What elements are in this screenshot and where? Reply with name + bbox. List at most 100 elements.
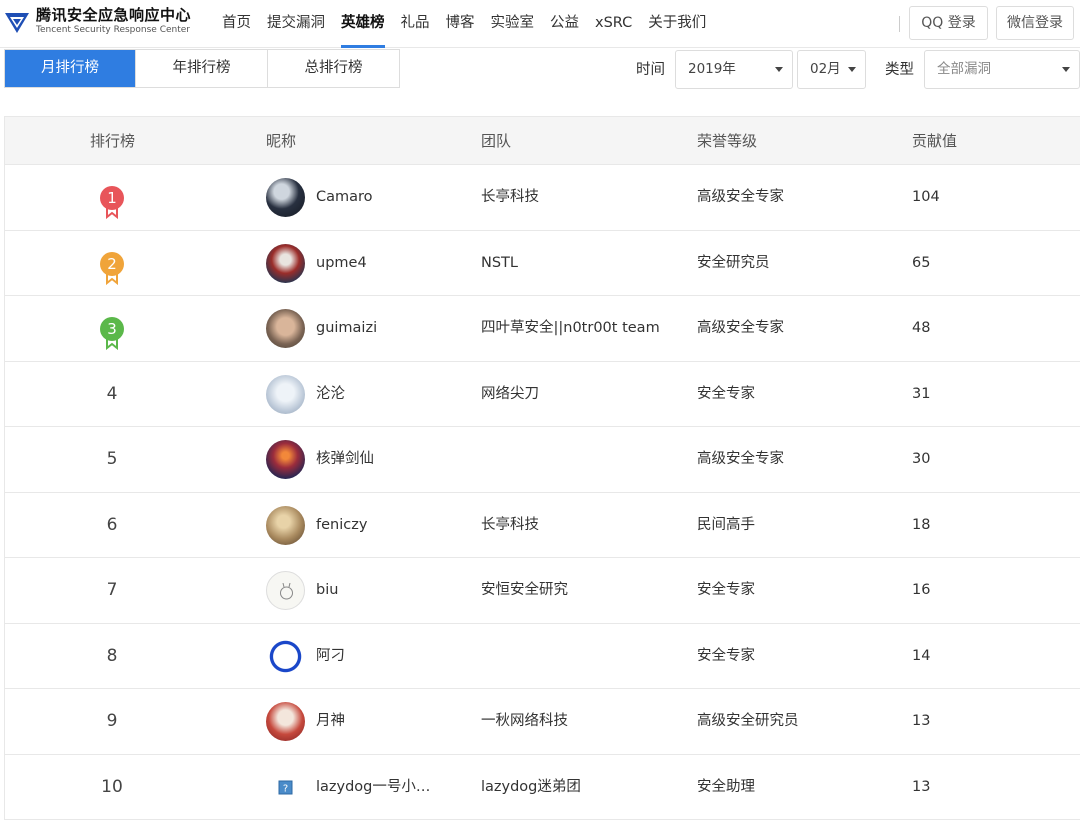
type-label: 类型	[885, 58, 914, 79]
team-name: lazydog迷弟团	[481, 755, 581, 820]
rank-number: 3	[99, 316, 125, 342]
avatar[interactable]	[266, 637, 305, 676]
rank-number: 4	[5, 362, 219, 427]
tab-monthly[interactable]: 月排行榜	[5, 50, 136, 87]
avatar[interactable]	[266, 375, 305, 414]
caret-down-icon	[775, 67, 783, 72]
team-name: 四叶草安全||n0tr00t team	[481, 296, 660, 361]
nickname-link[interactable]: feniczy	[316, 493, 367, 558]
avatar[interactable]	[266, 571, 305, 610]
table-header: 排行榜 昵称 团队 荣誉等级 贡献值	[5, 116, 1080, 165]
nav-gifts[interactable]: 礼品	[401, 0, 430, 48]
nickname-link[interactable]: upme4	[316, 231, 367, 296]
contribution-score: 48	[912, 296, 930, 361]
gold-medal-icon: 1	[99, 185, 125, 219]
table-row: 6 feniczy 长亭科技 民间高手 18	[5, 493, 1080, 559]
rank-number: 9	[5, 689, 219, 754]
bunny-face-icon	[278, 583, 295, 600]
nickname-link[interactable]: 月神	[316, 689, 345, 754]
contribution-score: 31	[912, 362, 930, 427]
logo-subtitle: Tencent Security Response Center	[36, 26, 191, 35]
table-row: 1 Camaro 长亭科技 高级安全专家 104	[5, 165, 1080, 231]
team-name: 一秋网络科技	[481, 689, 568, 754]
top-navbar: 腾讯安全应急响应中心 Tencent Security Response Cen…	[0, 0, 1080, 48]
site-logo[interactable]: 腾讯安全应急响应中心 Tencent Security Response Cen…	[4, 8, 191, 35]
avatar[interactable]	[266, 506, 305, 545]
month-select-value: 02月	[810, 61, 841, 77]
nav-home[interactable]: 首页	[222, 0, 251, 48]
main-nav: 首页 提交漏洞 英雄榜 礼品 博客 实验室 公益 xSRC 关于我们	[222, 0, 722, 48]
rank-number: 6	[5, 493, 219, 558]
header-rank: 排行榜	[90, 117, 135, 165]
nav-charity[interactable]: 公益	[550, 0, 579, 48]
qq-login-button[interactable]: QQ 登录	[909, 6, 988, 40]
rank-number: 2	[99, 251, 125, 277]
nickname-link[interactable]: biu	[316, 558, 338, 623]
nickname-link[interactable]: 沦沦	[316, 362, 345, 427]
contribution-score: 30	[912, 427, 930, 492]
nickname-link[interactable]: 阿刁	[316, 624, 345, 689]
rank-number: 10	[5, 755, 219, 820]
nav-hall-of-fame[interactable]: 英雄榜	[341, 0, 385, 48]
time-label: 时间	[636, 58, 665, 79]
nav-blog[interactable]: 博客	[446, 0, 475, 48]
nav-divider	[899, 16, 900, 32]
contribution-score: 13	[912, 689, 930, 754]
nickname-link[interactable]: Camaro	[316, 165, 373, 230]
avatar[interactable]	[266, 244, 305, 283]
wechat-login-button[interactable]: 微信登录	[996, 6, 1074, 40]
nickname-link[interactable]: guimaizi	[316, 296, 377, 361]
silver-medal-icon: 2	[99, 251, 125, 285]
contribution-score: 104	[912, 165, 940, 230]
table-row: 10 ? lazydog一号小… lazydog迷弟团 安全助理 13	[5, 755, 1080, 820]
header-nickname: 昵称	[266, 117, 296, 165]
table-row: 9 月神 一秋网络科技 高级安全研究员 13	[5, 689, 1080, 755]
rank-number: 5	[5, 427, 219, 492]
rank-number: 8	[5, 624, 219, 689]
type-select[interactable]: 全部漏洞	[924, 50, 1080, 89]
tab-yearly[interactable]: 年排行榜	[136, 50, 268, 87]
team-name: 安恒安全研究	[481, 558, 568, 623]
contribution-score: 14	[912, 624, 930, 689]
avatar[interactable]	[266, 178, 305, 217]
nav-submit-vuln[interactable]: 提交漏洞	[267, 0, 325, 48]
nav-about[interactable]: 关于我们	[648, 0, 706, 48]
year-select[interactable]: 2019年	[675, 50, 793, 89]
header-team: 团队	[481, 117, 511, 165]
contribution-score: 65	[912, 231, 930, 296]
tab-total[interactable]: 总排行榜	[268, 50, 399, 87]
avatar[interactable]	[266, 440, 305, 479]
honor-level: 民间高手	[697, 493, 755, 558]
honor-level: 高级安全专家	[697, 427, 784, 492]
type-select-value: 全部漏洞	[937, 61, 991, 77]
honor-level: 安全专家	[697, 624, 755, 689]
contribution-score: 13	[912, 755, 930, 820]
team-name: NSTL	[481, 231, 518, 296]
honor-level: 高级安全研究员	[697, 689, 799, 754]
header-level: 荣誉等级	[697, 117, 757, 165]
table-row: 7 biu 安恒安全研究 安全专家 16	[5, 558, 1080, 624]
caret-down-icon	[1062, 67, 1070, 72]
avatar[interactable]: ?	[266, 768, 305, 807]
honor-level: 安全助理	[697, 755, 755, 820]
logo-title: 腾讯安全应急响应中心	[36, 8, 191, 23]
table-row: 8 阿刁 安全专家 14	[5, 624, 1080, 690]
svg-text:?: ?	[283, 783, 288, 794]
ranking-tabs: 月排行榜 年排行榜 总排行榜	[4, 49, 400, 88]
avatar[interactable]	[266, 702, 305, 741]
avatar[interactable]	[266, 309, 305, 348]
team-name: 长亭科技	[481, 165, 539, 230]
honor-level: 安全研究员	[697, 231, 770, 296]
table-row: 3 guimaizi 四叶草安全||n0tr00t team 高级安全专家 48	[5, 296, 1080, 362]
month-select[interactable]: 02月	[797, 50, 866, 89]
honor-level: 安全专家	[697, 362, 755, 427]
caret-down-icon	[848, 67, 856, 72]
broken-image-icon: ?	[277, 779, 294, 796]
nickname-link[interactable]: lazydog一号小…	[316, 755, 430, 820]
nav-xsrc[interactable]: xSRC	[595, 0, 632, 48]
nav-lab[interactable]: 实验室	[491, 0, 535, 48]
header-score: 贡献值	[912, 117, 957, 165]
nickname-link[interactable]: 核弹剑仙	[316, 427, 374, 492]
bronze-medal-icon: 3	[99, 316, 125, 350]
honor-level: 高级安全专家	[697, 165, 784, 230]
